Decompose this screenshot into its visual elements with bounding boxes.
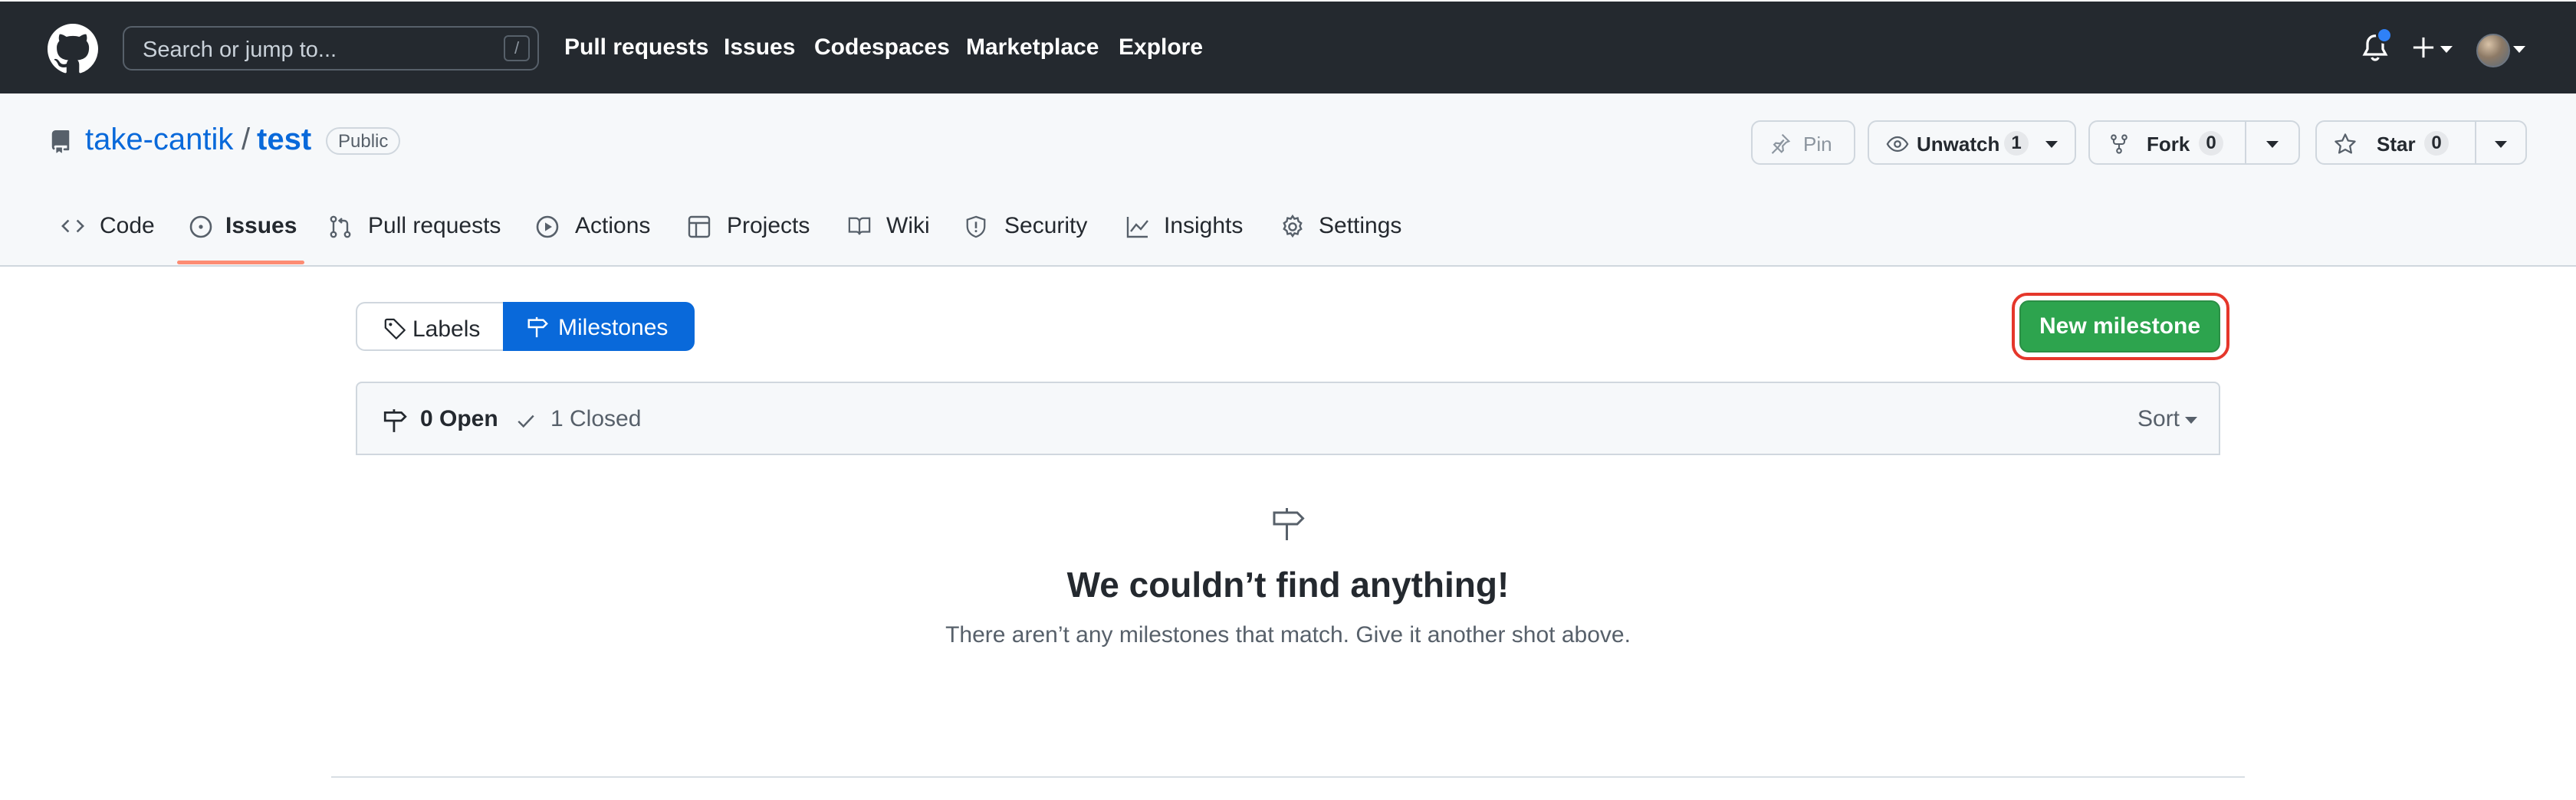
sort-caret-icon <box>2185 417 2197 424</box>
tab-settings[interactable]: Settings <box>1280 213 1401 239</box>
repo-path-separator: / <box>242 123 251 156</box>
tab-projects[interactable]: Projects <box>687 213 810 239</box>
check-icon <box>518 415 534 428</box>
graph-icon <box>1126 217 1148 238</box>
fork-menu-button[interactable] <box>2245 120 2300 165</box>
blankslate-title: We couldn’t find anything! <box>1066 565 1510 605</box>
milestone-icon <box>527 316 548 338</box>
footer-divider <box>331 776 2245 778</box>
tab-pull-requests-label: Pull requests <box>368 213 501 238</box>
tab-actions-label: Actions <box>575 213 651 238</box>
new-milestone-button[interactable]: New milestone <box>2019 300 2220 352</box>
tab-wiki-label: Wiki <box>886 213 930 238</box>
labels-button[interactable]: Labels <box>356 302 504 351</box>
sort-dropdown[interactable]: Sort <box>2137 406 2180 432</box>
tab-settings-label: Settings <box>1319 213 1402 238</box>
tab-code-label: Code <box>100 213 155 238</box>
notification-indicator <box>2376 27 2393 44</box>
tab-actions[interactable]: Actions <box>535 213 650 239</box>
user-menu-caret-icon[interactable] <box>2513 46 2525 53</box>
watch-caret-icon <box>2045 141 2058 148</box>
star-count: 0 <box>2424 131 2449 156</box>
tag-icon <box>384 318 406 339</box>
tab-insights-label: Insights <box>1164 213 1244 238</box>
unwatch-button[interactable]: Unwatch 1 <box>1868 120 2076 165</box>
closed-filter-link[interactable]: 1 Closed <box>550 406 641 432</box>
tab-wiki[interactable]: Wiki <box>846 213 930 239</box>
open-filter-link[interactable]: 0 Open <box>420 406 498 432</box>
repo-name-link[interactable]: test <box>257 123 311 157</box>
star-label: Star <box>2377 133 2416 156</box>
git-pull-request-icon <box>330 215 351 238</box>
pin-icon <box>1771 133 1791 154</box>
star-caret-icon <box>2495 141 2507 148</box>
pin-button[interactable]: Pin <box>1751 120 1855 165</box>
fork-button[interactable]: Fork 0 <box>2088 120 2246 165</box>
nav-issues[interactable]: Issues <box>724 34 795 61</box>
eye-icon <box>1886 136 1909 152</box>
global-header: Search or jump to... / Pull requests Iss… <box>0 0 2576 93</box>
nav-explore[interactable]: Explore <box>1119 34 1203 61</box>
create-menu-caret-icon[interactable] <box>2440 46 2453 53</box>
fork-caret-icon <box>2266 141 2279 148</box>
github-logo-icon[interactable] <box>48 24 98 74</box>
search-input[interactable]: Search or jump to... / <box>123 26 539 70</box>
visibility-badge: Public <box>326 127 401 155</box>
tab-issues-label: Issues <box>225 213 297 238</box>
search-placeholder: Search or jump to... <box>143 38 337 62</box>
pin-label: Pin <box>1803 133 1832 156</box>
book-icon <box>848 217 871 235</box>
tab-projects-label: Projects <box>727 213 810 238</box>
blankslate-description: There aren’t any milestones that match. … <box>945 622 1631 648</box>
issue-opened-icon <box>189 215 212 238</box>
fork-count: 0 <box>2199 131 2223 156</box>
nav-marketplace[interactable]: Marketplace <box>966 34 1099 61</box>
tab-insights[interactable]: Insights <box>1125 213 1243 239</box>
repo-owner-link[interactable]: take-cantik <box>85 123 233 157</box>
play-icon <box>536 215 559 238</box>
tab-pull-requests[interactable]: Pull requests <box>328 213 501 239</box>
tab-security-label: Security <box>1004 213 1088 238</box>
tab-code[interactable]: Code <box>60 213 155 239</box>
fork-label: Fork <box>2147 133 2190 156</box>
star-button[interactable]: Star 0 <box>2315 120 2476 165</box>
star-icon <box>2334 133 2356 154</box>
repo-header <box>0 93 2576 267</box>
milestone-icon <box>1273 508 1305 540</box>
star-menu-button[interactable] <box>2475 120 2527 165</box>
code-icon <box>61 219 84 233</box>
gear-icon <box>1283 215 1303 238</box>
selected-tab-indicator <box>177 261 304 264</box>
milestones-list-header: 0 Open 1 Closed Sort <box>356 382 2220 455</box>
watch-count: 1 <box>2004 131 2029 156</box>
milestones-button[interactable]: Milestones <box>503 302 695 351</box>
nav-pull-requests[interactable]: Pull requests <box>564 34 708 61</box>
avatar[interactable] <box>2476 34 2510 67</box>
shield-icon <box>966 215 986 238</box>
tab-issues[interactable]: Issues <box>189 213 297 239</box>
tab-security[interactable]: Security <box>964 213 1087 239</box>
milestones-button-label: Milestones <box>558 315 669 340</box>
milestone-icon <box>383 409 407 432</box>
plus-icon[interactable] <box>2412 36 2435 59</box>
nav-codespaces[interactable]: Codespaces <box>814 34 950 61</box>
search-shortcut-key: / <box>504 35 530 61</box>
repo-forked-icon <box>2111 134 2128 154</box>
table-icon <box>688 215 711 238</box>
labels-button-label: Labels <box>412 316 481 342</box>
unwatch-label: Unwatch <box>1917 133 2000 156</box>
repo-icon <box>51 130 70 153</box>
